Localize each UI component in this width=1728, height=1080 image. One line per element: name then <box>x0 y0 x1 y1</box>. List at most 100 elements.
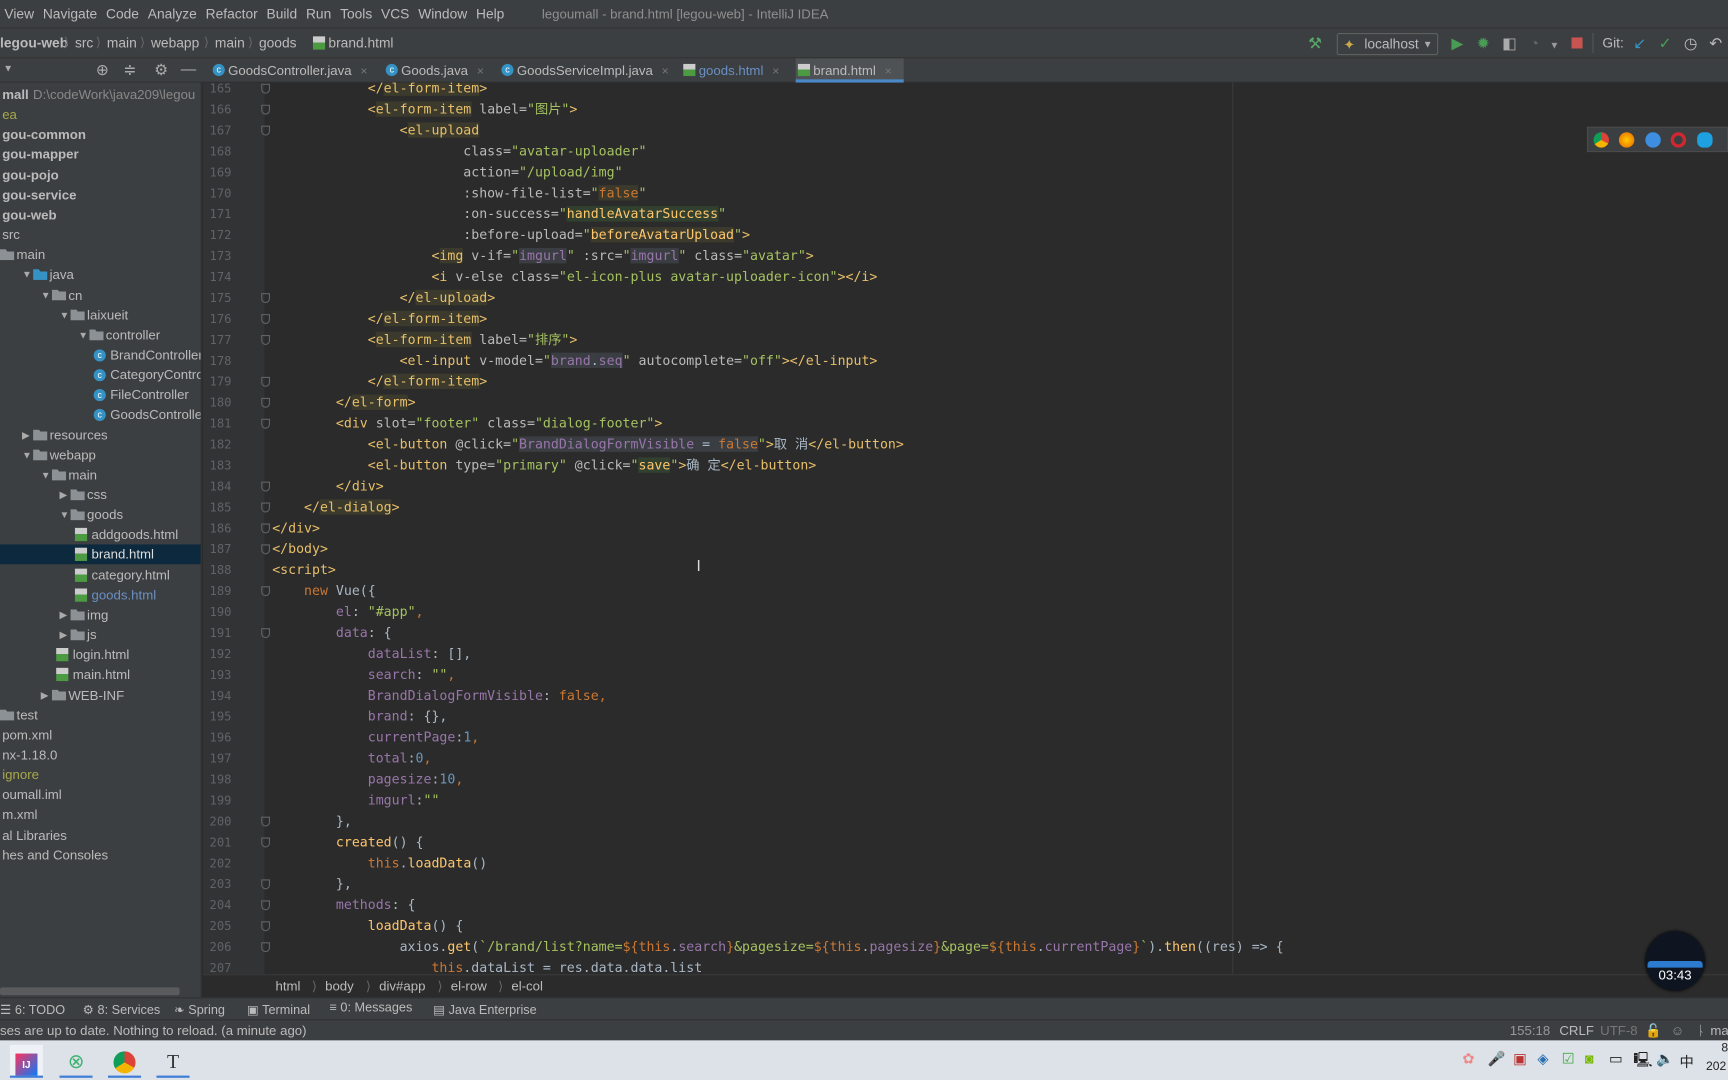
line-separator[interactable]: CRLF <box>1559 1023 1594 1038</box>
chevron-down-icon[interactable]: ▼ <box>3 63 13 74</box>
breadcrumb-item[interactable]: src <box>75 35 93 50</box>
code-line[interactable]: 195 brand: {}, <box>203 706 1728 727</box>
tree-item[interactable]: c CategoryContro <box>0 365 201 385</box>
browser-360-icon[interactable]: ⊗ <box>59 1045 93 1078</box>
tree-item[interactable]: src <box>0 225 201 245</box>
code-line[interactable]: 188 <script> <box>203 560 1728 581</box>
code-line[interactable]: 201 created() { <box>203 832 1728 853</box>
code-line[interactable]: 206 axios.get(`/brand/list?name=${this.s… <box>203 937 1728 958</box>
fold-icon[interactable] <box>261 628 270 639</box>
breadcrumb-item[interactable]: main <box>215 35 245 50</box>
code-editor[interactable]: 165 </el-form-item> 166 <el-form-item lab… <box>202 82 1728 975</box>
tray-app-icon[interactable]: ◈ <box>1537 1050 1548 1068</box>
tree-item[interactable]: ▼ goods <box>0 505 201 525</box>
expanded-arrow-icon[interactable]: ▼ <box>60 305 70 325</box>
volume-icon[interactable]: 🔈 <box>1656 1050 1674 1068</box>
tree-item[interactable]: c GoodsControlle <box>0 405 201 425</box>
code-line[interactable]: 205 loadData() { <box>203 916 1728 937</box>
code-line[interactable]: 177 <el-form-item label="排序"> <box>203 330 1728 351</box>
code-line[interactable]: 173 <img v-if="imgurl" :src="imgurl" cla… <box>203 246 1728 267</box>
tree-item[interactable]: al Libraries <box>0 825 201 845</box>
profile-icon[interactable]: ◔ <box>1530 34 1539 52</box>
menu-vcs[interactable]: VCS <box>377 6 414 21</box>
editor-breadcrumb-item[interactable]: div#app <box>379 979 425 994</box>
tree-item[interactable]: ▶ img <box>0 605 201 625</box>
code-line[interactable]: 189 new Vue({ <box>203 581 1728 602</box>
debug-icon[interactable]: ✹ <box>1477 34 1490 52</box>
editor-breadcrumb-item[interactable]: html <box>276 979 301 994</box>
breadcrumb-item[interactable]: main <box>107 35 137 50</box>
code-line[interactable]: 167 <el-upload <box>203 120 1728 141</box>
code-line[interactable]: 178 <el-input v-model="brand.seq" autoco… <box>203 350 1728 371</box>
tree-item[interactable]: ▼ main <box>0 465 201 485</box>
screen-record-icon[interactable]: ▣ <box>1513 1050 1527 1068</box>
editor-breadcrumb-item[interactable]: body <box>325 979 354 994</box>
code-line[interactable]: 182 <el-button @click="BrandDialogFormVi… <box>203 434 1728 455</box>
inspector-icon[interactable]: ☺ <box>1671 1023 1685 1038</box>
code-line[interactable]: 172 :before-upload="beforeAvatarUpload"> <box>203 225 1728 246</box>
tree-item[interactable]: oumall.iml <box>0 785 201 805</box>
fold-icon[interactable] <box>261 397 270 408</box>
tree-item[interactable]: c BrandController <box>0 345 201 365</box>
expanded-arrow-icon[interactable]: ▼ <box>22 265 32 285</box>
close-icon[interactable]: × <box>885 65 892 78</box>
collapsed-arrow-icon[interactable]: ▶ <box>41 685 49 705</box>
tree-item[interactable]: gou-web <box>0 205 201 225</box>
code-line[interactable]: 187 </body> <box>203 539 1728 560</box>
tree-item[interactable]: hes and Consoles <box>0 845 201 865</box>
code-line[interactable]: 169 action="/upload/img" <box>203 162 1728 183</box>
code-line[interactable]: 194 BrandDialogFormVisible: false, <box>203 685 1728 706</box>
tree-item[interactable]: ▼ cn <box>0 285 201 305</box>
network-icon[interactable]: 🖳 <box>1633 1050 1652 1074</box>
collapsed-arrow-icon[interactable]: ▶ <box>22 425 30 445</box>
nvidia-icon[interactable]: ◙ <box>1585 1050 1594 1067</box>
code-line[interactable]: 196 currentPage:1, <box>203 727 1728 748</box>
sidebar-scrollbar[interactable] <box>0 987 180 996</box>
fold-icon[interactable] <box>261 83 270 94</box>
tree-item[interactable]: ▶ js <box>0 625 201 645</box>
menu-view[interactable]: View <box>0 6 38 21</box>
code-line[interactable]: 207 this.dataList = res.data.data.list <box>203 958 1728 974</box>
code-line[interactable]: 174 <i v-else class="el-icon-plus avatar… <box>203 267 1728 288</box>
git-branch[interactable]: ma <box>1710 1023 1728 1038</box>
git-branch-icon[interactable]: ᚿ <box>1697 1023 1705 1038</box>
tab-goods-html[interactable]: goods.html × <box>681 58 789 82</box>
breadcrumb-item[interactable]: webapp <box>151 35 199 50</box>
fold-icon[interactable] <box>261 293 270 304</box>
tree-item[interactable]: ▶ css <box>0 485 201 505</box>
microphone-icon[interactable]: 🎤 <box>1488 1050 1506 1068</box>
tray-app-icon[interactable]: ✿ <box>1462 1050 1474 1068</box>
tree-item[interactable]: gou-service <box>0 185 201 205</box>
tree-item[interactable]: ▼ webapp <box>0 445 201 465</box>
tree-item[interactable]: category.html <box>0 565 201 585</box>
battery-icon[interactable]: ▭ <box>1609 1050 1623 1068</box>
close-icon[interactable]: × <box>477 65 484 78</box>
stop-icon[interactable] <box>1571 37 1583 49</box>
tree-item[interactable]: ignore <box>0 765 201 785</box>
breadcrumb-item[interactable]: goods <box>259 35 297 50</box>
file-encoding[interactable]: UTF-8 <box>1600 1023 1637 1038</box>
tree-item[interactable]: ▼ controller <box>0 325 201 345</box>
code-line[interactable]: 200 }, <box>203 811 1728 832</box>
fold-icon[interactable] <box>261 502 270 513</box>
code-line[interactable]: 170 :show-file-list="false" <box>203 183 1728 204</box>
code-line[interactable]: 171 :on-success="handleAvatarSuccess" <box>203 204 1728 225</box>
code-line[interactable]: 204 methods: { <box>203 895 1728 916</box>
expanded-arrow-icon[interactable]: ▼ <box>60 505 70 525</box>
tree-item[interactable]: mall D:\codeWork\java209\legou <box>0 85 201 105</box>
code-line[interactable]: 191 data: { <box>203 623 1728 644</box>
git-update-icon[interactable]: ↙ <box>1633 34 1646 52</box>
menu-run[interactable]: Run <box>302 6 336 21</box>
code-line[interactable]: 180 </el-form> <box>203 392 1728 413</box>
collapsed-arrow-icon[interactable]: ▶ <box>60 625 68 645</box>
code-line[interactable]: 190 el: "#app", <box>203 602 1728 623</box>
fold-icon[interactable] <box>261 418 270 429</box>
tool-window-todo[interactable]: ☰ 6: TODO <box>0 1002 65 1017</box>
tree-item[interactable]: gou-pojo <box>0 165 201 185</box>
run-icon[interactable]: ▶ <box>1451 34 1463 52</box>
tab-goodsserviceimpl-java[interactable]: c GoodsServiceImpl.java × <box>499 58 675 82</box>
tree-item[interactable]: ea <box>0 105 201 125</box>
fold-icon[interactable] <box>261 900 270 911</box>
fold-icon[interactable] <box>261 942 270 953</box>
menu-navigate[interactable]: Navigate <box>38 6 101 21</box>
